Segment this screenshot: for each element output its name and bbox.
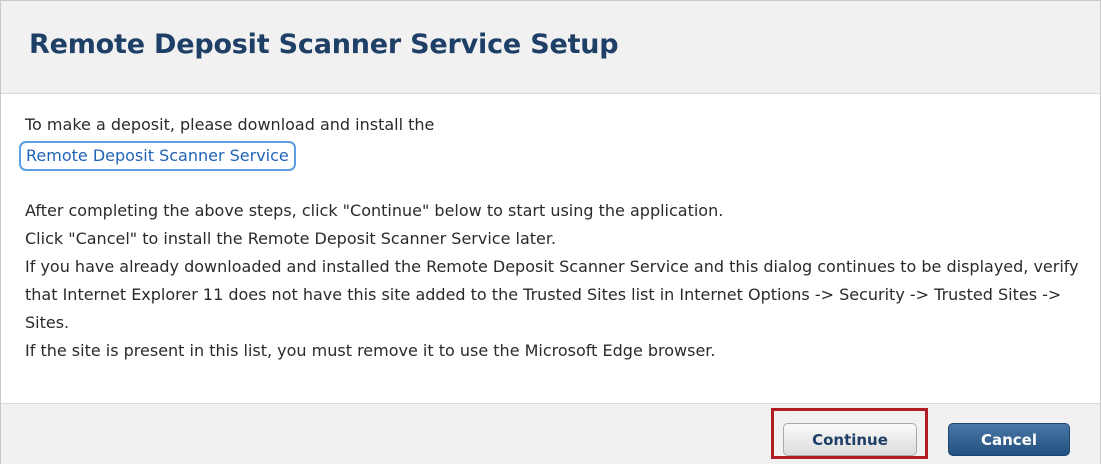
instruction-trusted-sites: If you have already downloaded and insta… — [25, 257, 1079, 332]
setup-dialog: Remote Deposit Scanner Service Setup To … — [0, 0, 1101, 464]
instruction-continue: After completing the above steps, click … — [25, 201, 724, 220]
continue-button[interactable]: Continue — [783, 423, 917, 456]
dialog-title: Remote Deposit Scanner Service Setup — [29, 29, 619, 60]
link-focus-ring: Remote Deposit Scanner Service — [19, 141, 296, 171]
download-scanner-service-link[interactable]: Remote Deposit Scanner Service — [26, 146, 289, 165]
dialog-body: To make a deposit, please download and i… — [19, 111, 1085, 365]
instruction-edge: If the site is present in this list, you… — [25, 341, 716, 360]
intro-text: To make a deposit, please download and i… — [25, 115, 435, 134]
cancel-button[interactable]: Cancel — [948, 423, 1070, 456]
dialog-header: Remote Deposit Scanner Service Setup — [1, 1, 1100, 94]
instruction-cancel: Click "Cancel" to install the Remote Dep… — [25, 229, 557, 248]
dialog-footer — [1, 403, 1100, 464]
